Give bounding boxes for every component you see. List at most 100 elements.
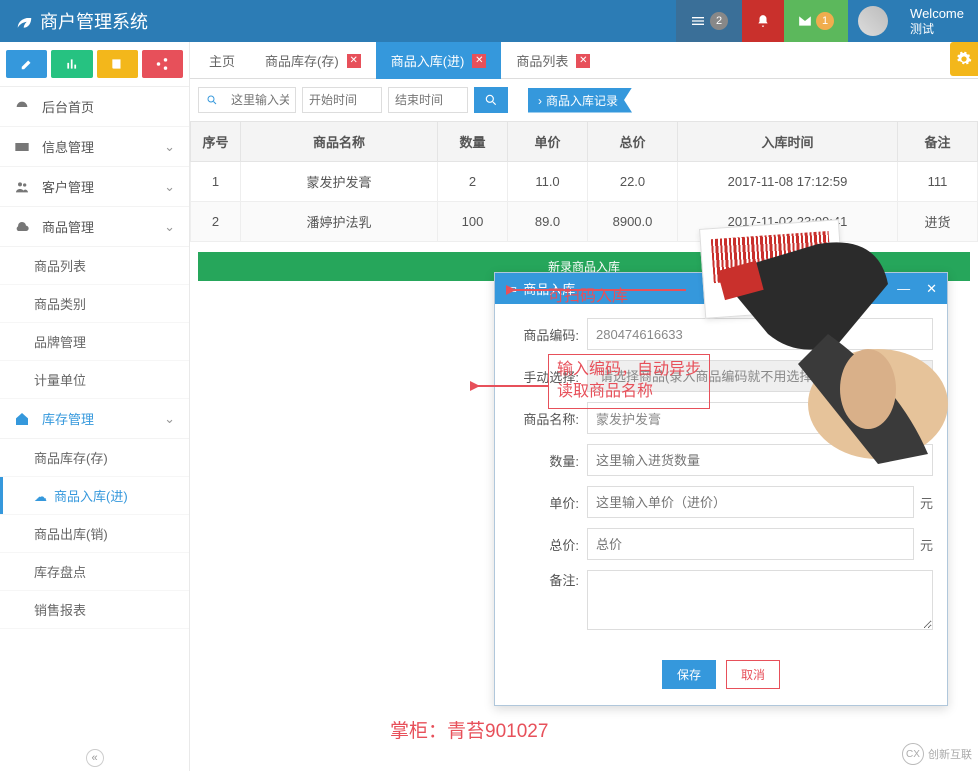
submenu-goods-cat[interactable]: 商品类别 [0, 285, 189, 323]
close-icon[interactable]: ✕ [576, 54, 590, 68]
table-row[interactable]: 1 蒙发护发膏 2 11.0 22.0 2017-11-08 17:12:59 … [191, 162, 978, 202]
close-icon[interactable]: ✕ [926, 281, 937, 297]
window-icon: ▭ [505, 281, 517, 297]
header-notif-btn[interactable]: 2 [676, 0, 742, 42]
save-button[interactable]: 保存 [662, 660, 716, 689]
side-toolbar [0, 42, 189, 87]
main-area: 主页 商品库存(存)✕ 商品入库(进)✕ 商品列表✕ ›商品入库记录 序号 商品… [190, 42, 978, 771]
select-goods[interactable]: 请选择商品(录入商品编码就不用选择了) [587, 360, 933, 392]
app-title: 商户管理系统 [40, 8, 148, 34]
input-name[interactable] [587, 402, 933, 434]
sidebar: 后台首页 信息管理 ⌄ 客户管理 ⌄ 商品管理 ⌄ 商品列表 商品类别 品牌管理 [0, 42, 190, 771]
label-price: 单价: [509, 493, 587, 512]
submenu-brand[interactable]: 品牌管理 [0, 323, 189, 361]
label-select: 手动选择: [509, 367, 587, 386]
tab-home[interactable]: 主页 [194, 42, 250, 79]
sidebar-item-customer[interactable]: 客户管理 ⌄ [0, 167, 189, 207]
label-code: 商品编码: [509, 325, 587, 344]
input-remark[interactable] [587, 570, 933, 630]
keyword-search [198, 87, 296, 113]
bell-icon [756, 14, 770, 28]
side-tool-book[interactable] [97, 50, 138, 78]
avatar [858, 6, 888, 36]
notif-count-badge: 2 [710, 12, 728, 30]
dashboard-icon [14, 99, 30, 115]
col-remark: 备注 [898, 122, 978, 162]
cancel-button[interactable]: 取消 [726, 660, 780, 689]
stock-submenu: 商品库存(存) ☁商品入库(进) 商品出库(销) 库存盘点 销售报表 [0, 439, 189, 629]
sidebar-item-stock[interactable]: 库存管理 ⌄ [0, 399, 189, 439]
users-icon [14, 179, 30, 195]
username-text: 测试 [910, 22, 964, 36]
submenu-unit[interactable]: 计量单位 [0, 361, 189, 399]
tab-goods-list[interactable]: 商品列表✕ [501, 42, 605, 79]
settings-float-btn[interactable] [950, 42, 978, 76]
submenu-sales-report[interactable]: 销售报表 [0, 591, 189, 629]
label-qty: 数量: [509, 451, 587, 470]
app-logo: 商户管理系统 [0, 8, 162, 34]
sidebar-item-info[interactable]: 信息管理 ⌄ [0, 127, 189, 167]
close-icon[interactable]: ✕ [472, 54, 486, 68]
submenu-goods-list[interactable]: 商品列表 [0, 247, 189, 285]
label-remark: 备注: [509, 570, 587, 589]
home-icon [14, 411, 30, 427]
table-row[interactable]: 2 潘婷护法乳 100 89.0 8900.0 2017-11-02 23:09… [191, 202, 978, 242]
keyword-input[interactable] [225, 88, 295, 112]
stock-in-modal: ▭ 商品入库 — ✕ 商品编码: 手动选择:请选择商品(录入商品编码就不用选择了… [494, 272, 948, 706]
col-price: 单价 [508, 122, 588, 162]
side-tool-edit[interactable] [6, 50, 47, 78]
header-mail-btn[interactable]: 1 [784, 0, 848, 42]
cloud-icon [14, 219, 30, 235]
stock-in-table: 序号 商品名称 数量 单价 总价 入库时间 备注 1 蒙发护发膏 2 11.0 … [190, 121, 978, 242]
tab-stock-in[interactable]: 商品入库(进)✕ [376, 42, 502, 79]
end-date-input[interactable] [388, 87, 468, 113]
input-code[interactable] [587, 318, 933, 350]
minimize-icon[interactable]: — [897, 281, 910, 296]
side-tool-share[interactable] [142, 50, 183, 78]
tab-stock-store[interactable]: 商品库存(存)✕ [250, 42, 376, 79]
leaf-icon [14, 12, 32, 30]
tab-bar: 主页 商品库存(存)✕ 商品入库(进)✕ 商品列表✕ [190, 42, 978, 79]
start-date-input[interactable] [302, 87, 382, 113]
sidebar-collapse-btn[interactable]: « [0, 745, 189, 771]
col-total: 总价 [588, 122, 678, 162]
col-name: 商品名称 [241, 122, 438, 162]
search-button[interactable] [474, 87, 508, 113]
submenu-stock-in[interactable]: ☁商品入库(进) [0, 477, 189, 515]
label-name: 商品名称: [509, 409, 587, 428]
modal-title-text: 商品入库 [523, 279, 575, 298]
top-bar: 商户管理系统 2 1 Welcome 测试 [0, 0, 978, 42]
submenu-stock-store[interactable]: 商品库存(存) [0, 439, 189, 477]
toolbar: ›商品入库记录 [190, 79, 978, 121]
watermark: CX创新互联 [902, 743, 972, 765]
submenu-stock-out[interactable]: 商品出库(销) [0, 515, 189, 553]
close-icon[interactable]: ✕ [347, 54, 361, 68]
submenu-stock-check[interactable]: 库存盘点 [0, 553, 189, 591]
chevron-down-icon: ⌄ [164, 179, 175, 195]
welcome-block: Welcome 测试 [906, 6, 978, 36]
collapse-icon: « [86, 749, 104, 767]
col-idx: 序号 [191, 122, 241, 162]
list-icon [690, 13, 706, 29]
footer-author: 掌柜：青苔901027 [390, 716, 548, 743]
mail-icon [798, 14, 812, 28]
col-time: 入库时间 [678, 122, 898, 162]
input-qty[interactable] [587, 444, 933, 476]
sidebar-item-home[interactable]: 后台首页 [0, 87, 189, 127]
card-icon [14, 139, 30, 155]
chevron-down-icon: ⌄ [164, 139, 175, 155]
col-qty: 数量 [438, 122, 508, 162]
mail-count-badge: 1 [816, 12, 834, 30]
header-alert-btn[interactable] [742, 0, 784, 42]
chevron-down-icon: ⌄ [164, 219, 175, 235]
header-user-area[interactable] [848, 0, 906, 42]
label-total: 总价: [509, 535, 587, 554]
sidebar-item-goods[interactable]: 商品管理 ⌄ [0, 207, 189, 247]
search-icon [199, 94, 225, 106]
side-tool-chart[interactable] [51, 50, 92, 78]
side-menu: 后台首页 信息管理 ⌄ 客户管理 ⌄ 商品管理 ⌄ 商品列表 商品类别 品牌管理 [0, 87, 189, 745]
input-price[interactable] [587, 486, 914, 518]
input-total[interactable] [587, 528, 914, 560]
chevron-down-icon: ⌄ [164, 411, 175, 427]
barcode-sample: 280474616633 [699, 219, 845, 319]
